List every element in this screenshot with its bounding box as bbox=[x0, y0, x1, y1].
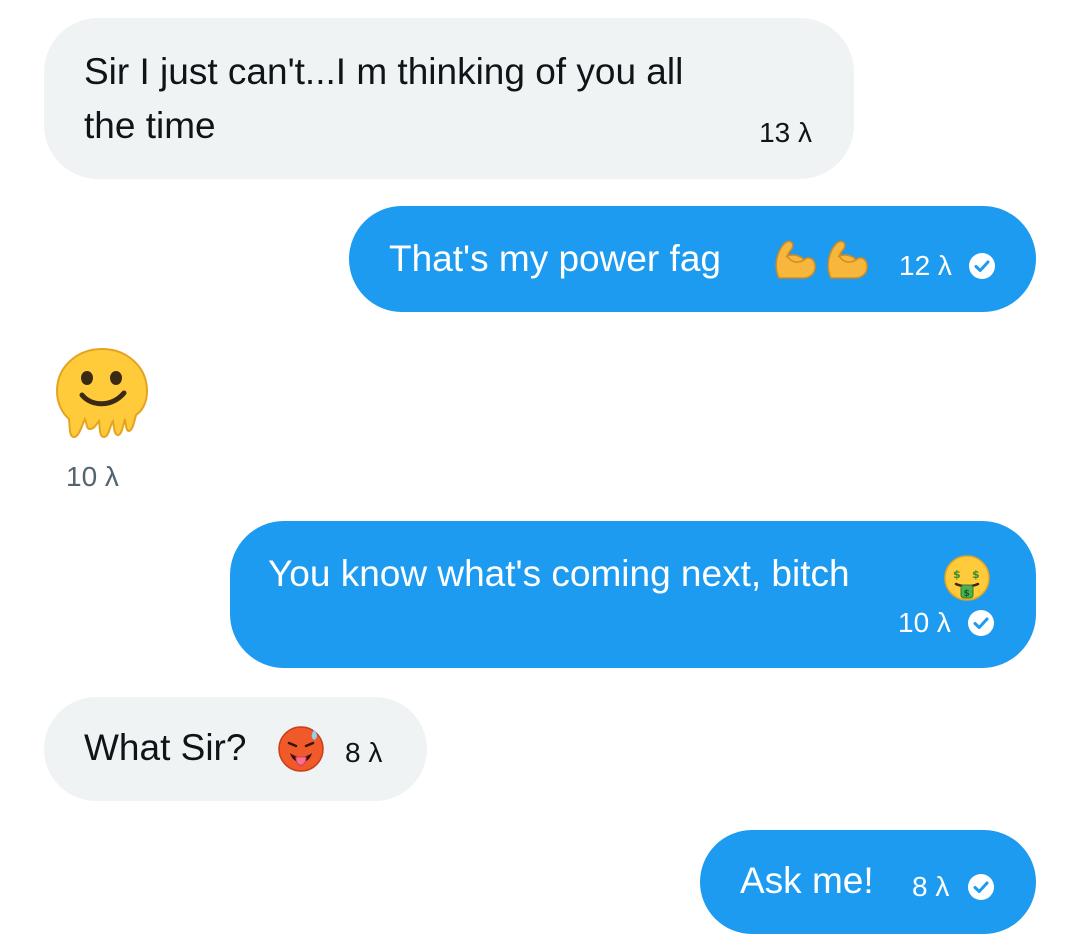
hot-face-icon bbox=[278, 726, 324, 772]
message-bubble-outgoing[interactable]: Ask me! 8 λ bbox=[700, 830, 1036, 934]
message-bubble-incoming[interactable]: What Sir? 8 λ bbox=[44, 697, 427, 801]
message-text: You know what's coming next, bitch bbox=[268, 553, 850, 594]
flexed-biceps-icon bbox=[827, 240, 868, 279]
message-text: That's my power fag bbox=[389, 238, 721, 279]
message-timestamp: 10 λ bbox=[898, 607, 951, 638]
message-text: Sir I just can't...I m thinking of you a… bbox=[84, 51, 684, 92]
read-check-icon bbox=[969, 253, 995, 279]
message-timestamp: 13 λ bbox=[759, 117, 812, 148]
svg-text:$: $ bbox=[964, 589, 970, 599]
message-text: the time bbox=[84, 105, 216, 146]
read-check-icon bbox=[968, 874, 994, 900]
svg-text:$: $ bbox=[953, 568, 961, 581]
message-bubble-incoming[interactable]: Sir I just can't...I m thinking of you a… bbox=[44, 18, 854, 179]
svg-text:$: $ bbox=[972, 568, 980, 581]
message-timestamp: 10 λ bbox=[66, 461, 119, 492]
message-timestamp: 8 λ bbox=[345, 737, 383, 768]
flexed-biceps-icon bbox=[775, 240, 816, 279]
message-text: Ask me! bbox=[740, 860, 874, 901]
message-bubble-outgoing[interactable]: That's my power fag 12 λ bbox=[349, 206, 1036, 312]
message-bubble-outgoing[interactable]: You know what's coming next, bitch $ $ $… bbox=[230, 521, 1036, 668]
message-timestamp: 8 λ bbox=[912, 871, 950, 902]
money-mouth-face-icon: $ $ $ bbox=[944, 555, 990, 601]
read-check-icon bbox=[968, 610, 994, 636]
melting-face-icon bbox=[55, 347, 149, 439]
message-text: What Sir? bbox=[84, 727, 247, 768]
message-timestamp: 12 λ bbox=[899, 250, 952, 281]
